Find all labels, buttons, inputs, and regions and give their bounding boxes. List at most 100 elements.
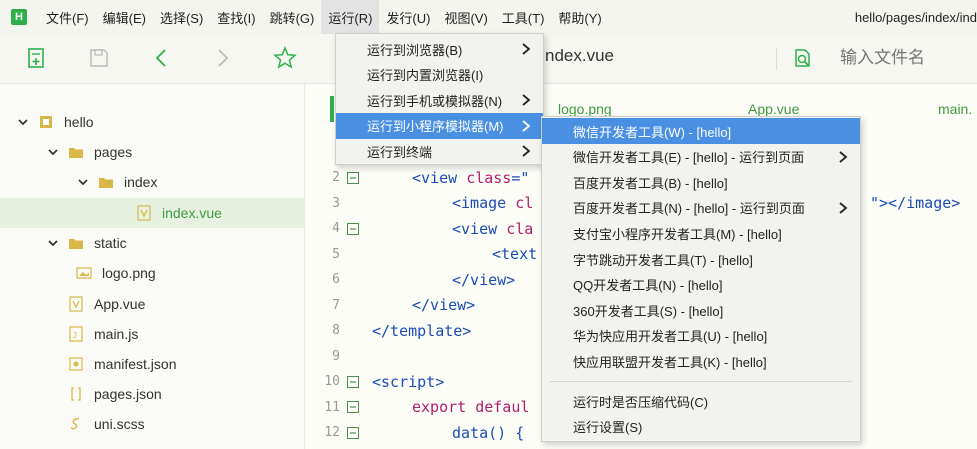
tree-item[interactable]: logo.png <box>0 258 305 288</box>
miniprogram-menu-item[interactable]: 百度开发者工具(N) - [hello] - 运行到页面 <box>542 195 860 221</box>
miniprogram-menu-item[interactable]: 百度开发者工具(B) - [hello] <box>542 169 860 195</box>
tree-item[interactable]: manifest.json <box>0 349 305 379</box>
menu-item-label: 运行时是否压缩代码(C) <box>573 394 709 410</box>
editor-tab-app[interactable]: App.vue <box>748 101 799 117</box>
chevron-down-icon[interactable] <box>46 145 60 159</box>
scss-file-icon <box>68 416 84 432</box>
menu-item-label: 运行到内置浏览器(I) <box>367 68 484 84</box>
vue-file-icon <box>68 296 84 312</box>
fold-toggle-icon[interactable] <box>346 426 360 440</box>
tree-item-label: uni.scss <box>94 416 145 432</box>
tree-item-label: logo.png <box>102 265 156 281</box>
fold-guide <box>346 349 360 363</box>
run-menu-item[interactable]: 运行到小程序模拟器(M) <box>336 112 543 139</box>
miniprogram-menu-item[interactable]: 字节跳动开发者工具(T) - [hello] <box>542 246 860 272</box>
image-file-icon <box>76 265 92 281</box>
menu-item-3[interactable]: 查找(I) <box>210 0 262 34</box>
tree-item-label: main.js <box>94 326 139 342</box>
menu-item-label: QQ开发者工具(N) - [hello] <box>573 278 723 294</box>
code-token: export <box>412 398 476 417</box>
save-icon[interactable] <box>85 44 113 72</box>
menu-item-label: 360开发者工具(S) - [hello] <box>573 303 724 319</box>
menu-item-4[interactable]: 跳转(G) <box>263 0 322 34</box>
line-number: 3 <box>332 195 340 211</box>
fold-toggle-icon[interactable] <box>346 375 360 389</box>
menu-item-label: 百度开发者工具(B) - [hello] <box>573 175 728 191</box>
file-search-icon[interactable] <box>790 45 816 71</box>
run-menu-item[interactable]: 运行到手机或模拟器(N) <box>336 87 543 113</box>
miniprogram-menu-item[interactable]: 华为快应用开发者工具(U) - [hello] <box>542 323 860 349</box>
menu-item-7[interactable]: 视图(V) <box>437 0 494 34</box>
miniprogram-menu-item[interactable]: 快应用联盟开发者工具(K) - [hello] <box>542 348 860 374</box>
fold-toggle-icon[interactable] <box>346 171 360 185</box>
window-title-path: hello/pages/index/ind <box>854 9 977 25</box>
run-menu-item[interactable]: 运行到浏览器(B) <box>336 36 543 62</box>
tree-item[interactable]: index <box>0 167 305 197</box>
line-number: 2 <box>332 170 340 186</box>
tree-item-label: App.vue <box>94 296 146 312</box>
tree-item[interactable]: index.vue <box>0 198 305 228</box>
line-number: 11 <box>324 399 340 415</box>
forward-icon[interactable] <box>209 44 237 72</box>
js-file-icon: J <box>68 326 84 342</box>
code-token: cl <box>515 194 534 213</box>
fold-toggle-icon[interactable] <box>346 222 360 236</box>
run-menu-item[interactable]: 运行到终端 <box>336 138 543 164</box>
file-search-input[interactable] <box>826 43 977 73</box>
run-menu-dropdown: 运行到浏览器(B) 运行到内置浏览器(I) 运行到手机或模拟器(N) 运行到小程序模拟… <box>335 33 544 165</box>
line-number: 12 <box>324 425 340 441</box>
miniprogram-menu-item[interactable]: 运行设置(S) <box>542 414 860 440</box>
code-token: =" <box>511 168 530 187</box>
new-file-icon[interactable] <box>22 44 50 72</box>
menu-item-2[interactable]: 选择(S) <box>153 0 210 34</box>
miniprogram-menu-item[interactable]: QQ开发者工具(N) - [hello] <box>542 272 860 298</box>
fold-guide <box>346 196 360 210</box>
project-explorer: hello pages index index.vue static logo.png Ap… <box>0 84 305 449</box>
miniprogram-menu-item[interactable]: 360开发者工具(S) - [hello] <box>542 297 860 323</box>
editor-tab-logo[interactable]: logo.png <box>558 101 612 117</box>
manifest-file-icon <box>68 356 84 372</box>
menu-items: 文件(F) 编辑(E) 选择(S) 查找(I) 跳转(G) 运行(R) 发行(U) 视图(V)… <box>39 0 609 34</box>
menu-item-label: 百度开发者工具(N) - [hello] - 运行到页面 <box>573 201 805 217</box>
menu-item-label: 微信开发者工具(E) - [hello] - 运行到页面 <box>573 150 805 166</box>
line-number: 7 <box>332 297 340 313</box>
folder-icon <box>68 235 84 251</box>
tree-item-label: hello <box>64 114 94 130</box>
tree-item[interactable]: App.vue <box>0 289 305 319</box>
menu-item-5[interactable]: 运行(R) <box>321 0 380 34</box>
menu-item-9[interactable]: 帮助(Y) <box>551 0 608 34</box>
chevron-down-icon[interactable] <box>46 236 60 250</box>
menu-item-label: 字节跳动开发者工具(T) - [hello] <box>573 252 753 268</box>
toolbar-divider <box>776 48 777 70</box>
miniprogram-menu-item[interactable]: 微信开发者工具(E) - [hello] - 运行到页面 <box>542 144 860 170</box>
tree-item[interactable]: Jmain.js <box>0 319 305 349</box>
tree-item[interactable]: static <box>0 228 305 258</box>
back-icon[interactable] <box>147 44 175 72</box>
menu-item-label: 运行设置(S) <box>573 420 643 436</box>
line-number: 4 <box>332 221 340 237</box>
menu-item-6[interactable]: 发行(U) <box>379 0 437 34</box>
tree-item[interactable]: uni.scss <box>0 409 305 439</box>
tree-item-label: pages <box>94 144 133 160</box>
chevron-down-icon[interactable] <box>76 175 90 189</box>
code-token: <text <box>492 245 538 264</box>
line-number: 6 <box>332 272 340 288</box>
miniprogram-menu-item[interactable]: 微信开发者工具(W) - [hello] <box>542 118 860 144</box>
miniprogram-menu-item[interactable]: 支付宝小程序开发者工具(M) - [hello] <box>542 220 860 246</box>
star-icon[interactable] <box>271 44 299 72</box>
tree-item[interactable]: pages <box>0 137 305 167</box>
menu-item-label: 微信开发者工具(W) - [hello] <box>573 124 732 140</box>
menu-item-8[interactable]: 工具(T) <box>495 0 552 34</box>
run-menu-item[interactable]: 运行到内置浏览器(I) <box>336 62 543 88</box>
code-token: <view <box>412 168 467 187</box>
miniprogram-menu-item[interactable]: 运行时是否压缩代码(C) <box>542 388 860 414</box>
chevron-down-icon[interactable] <box>16 115 30 129</box>
active-tab-title[interactable]: ndex.vue <box>545 46 614 66</box>
tree-item[interactable]: pages.json <box>0 379 305 409</box>
menu-item-0[interactable]: 文件(F) <box>39 0 96 34</box>
active-tab-indicator <box>330 96 334 122</box>
tree-item[interactable]: hello <box>0 107 305 137</box>
menu-item-1[interactable]: 编辑(E) <box>96 0 153 34</box>
editor-tab-main[interactable]: main. <box>938 101 972 117</box>
fold-toggle-icon[interactable] <box>346 400 360 414</box>
